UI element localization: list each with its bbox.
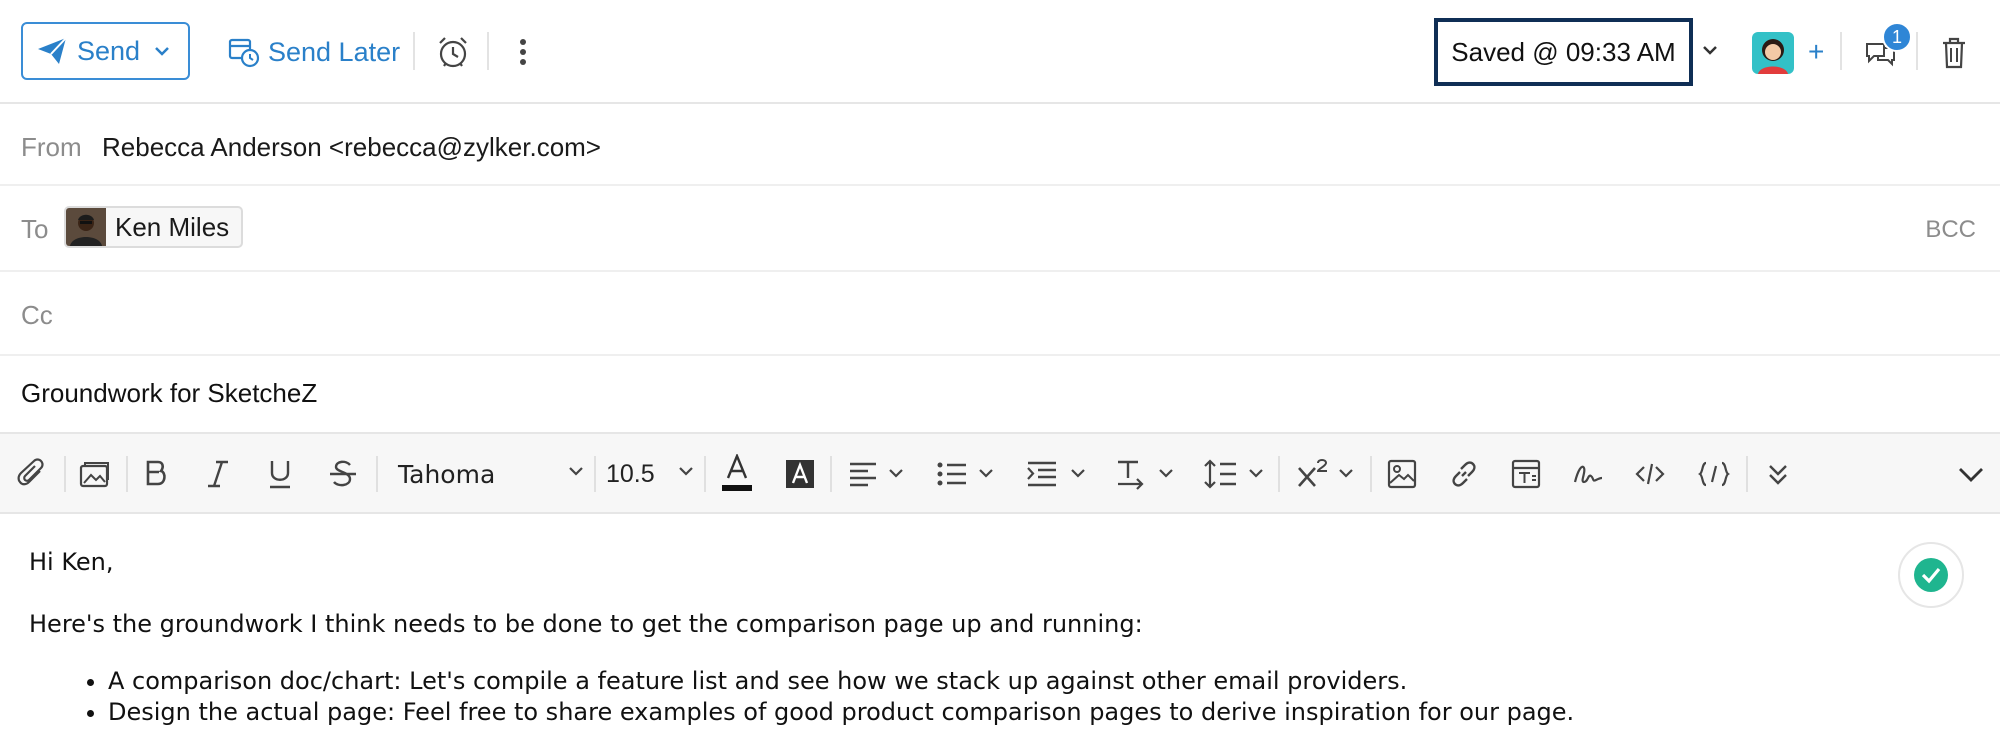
collapse-toolbar-icon[interactable] bbox=[1956, 456, 1986, 492]
notification-badge: 1 bbox=[1882, 22, 1912, 52]
font-size-value: 10.5 bbox=[606, 459, 655, 488]
code-block-icon[interactable] bbox=[1698, 456, 1730, 492]
toolbar-divider bbox=[126, 456, 128, 492]
toolbar-divider bbox=[1370, 456, 1372, 492]
collaborator-avatar[interactable] bbox=[1752, 32, 1794, 74]
toolbar-divider bbox=[1746, 456, 1748, 492]
toolbar-divider bbox=[376, 456, 378, 492]
message-body[interactable]: Hi Ken, Here's the groundwork I think ne… bbox=[0, 514, 2000, 740]
text-color-icon[interactable] bbox=[720, 454, 754, 492]
send-later-label: Send Later bbox=[268, 36, 401, 67]
recipient-chip[interactable]: Ken Miles bbox=[64, 206, 244, 248]
insert-table-icon[interactable] bbox=[1510, 456, 1542, 492]
highlight-color-icon[interactable] bbox=[784, 456, 816, 492]
font-family-select[interactable]: Tahoma bbox=[398, 456, 584, 492]
send-button[interactable]: Send bbox=[21, 22, 190, 80]
from-address[interactable]: Rebecca Anderson <rebecca@zylker.com> bbox=[102, 132, 601, 163]
avatar bbox=[66, 208, 106, 246]
to-label: To bbox=[21, 214, 49, 244]
toolbar-divider bbox=[487, 32, 489, 70]
grammar-check-button[interactable] bbox=[1898, 542, 1964, 608]
compose-toolbar: Send Send Later Saved @ 09:33 AM + 1 bbox=[0, 0, 2000, 104]
double-chevron-down-icon[interactable] bbox=[1764, 456, 1792, 492]
bullet-list-icon[interactable] bbox=[936, 456, 998, 492]
chevron-down-icon bbox=[569, 467, 583, 476]
attachment-icon[interactable] bbox=[16, 456, 48, 492]
toolbar-divider bbox=[1278, 456, 1280, 492]
subject-field[interactable]: Groundwork for SketcheZ bbox=[21, 378, 317, 409]
bullet-list: A comparison doc/chart: Let's compile a … bbox=[108, 666, 1574, 728]
list-item: Design the actual page: Feel free to sha… bbox=[108, 697, 1574, 728]
link-icon[interactable] bbox=[1448, 456, 1480, 492]
send-later-button[interactable]: Send Later bbox=[228, 30, 400, 74]
signature-icon[interactable] bbox=[1572, 456, 1604, 492]
toolbar-divider bbox=[704, 456, 706, 492]
trash-icon[interactable] bbox=[1940, 36, 1968, 70]
chevron-down-icon[interactable] bbox=[154, 46, 170, 56]
strikethrough-icon[interactable] bbox=[328, 456, 358, 492]
from-label: From bbox=[21, 132, 82, 162]
intro-text: Here's the groundwork I think needs to b… bbox=[29, 610, 1143, 638]
toolbar-divider bbox=[64, 456, 66, 492]
from-row: From Rebecca Anderson <rebecca@zylker.co… bbox=[0, 106, 2000, 186]
paper-plane-icon bbox=[38, 37, 67, 64]
indent-icon[interactable] bbox=[1026, 456, 1088, 492]
saved-status: Saved @ 09:33 AM bbox=[1434, 18, 1693, 86]
toolbar-divider bbox=[1916, 32, 1918, 70]
italic-icon[interactable] bbox=[204, 456, 232, 492]
send-label: Send bbox=[77, 35, 141, 66]
greeting-text: Hi Ken, bbox=[29, 548, 114, 576]
list-item: A comparison doc/chart: Let's compile a … bbox=[108, 666, 1574, 697]
toolbar-divider bbox=[830, 456, 832, 492]
bcc-toggle[interactable]: BCC bbox=[1925, 216, 1976, 244]
recipient-name: Ken Miles bbox=[115, 211, 230, 242]
bold-icon[interactable] bbox=[142, 456, 170, 492]
insert-image-icon[interactable] bbox=[1386, 456, 1418, 492]
calendar-clock-icon bbox=[228, 38, 260, 68]
chevron-down-icon bbox=[679, 467, 693, 476]
superscript-icon[interactable] bbox=[1296, 456, 1358, 492]
text-direction-icon[interactable] bbox=[1114, 456, 1176, 492]
check-circle-icon bbox=[1914, 558, 1948, 592]
align-left-icon[interactable] bbox=[848, 456, 904, 492]
insert-image-cloud-icon[interactable] bbox=[78, 456, 112, 492]
font-size-select[interactable]: 10.5 bbox=[606, 456, 694, 492]
font-family-value: Tahoma bbox=[398, 459, 496, 489]
add-collaborator-button[interactable]: + bbox=[1808, 38, 1824, 66]
underline-icon[interactable] bbox=[266, 456, 294, 492]
toolbar-divider bbox=[1840, 32, 1842, 70]
toolbar-divider bbox=[413, 32, 415, 70]
code-icon[interactable] bbox=[1634, 456, 1666, 492]
chevron-down-icon[interactable] bbox=[1700, 40, 1720, 60]
more-options-icon[interactable] bbox=[508, 34, 538, 70]
subject-row[interactable]: Groundwork for SketcheZ bbox=[0, 356, 2000, 434]
formatting-toolbar: Tahoma 10.5 bbox=[0, 434, 2000, 514]
cc-label: Cc bbox=[21, 300, 53, 330]
to-row[interactable]: To Ken Miles BCC bbox=[0, 186, 2000, 272]
cc-row[interactable]: Cc bbox=[0, 272, 2000, 356]
alarm-clock-icon[interactable] bbox=[435, 34, 471, 70]
toolbar-divider bbox=[594, 456, 596, 492]
line-spacing-icon[interactable] bbox=[1204, 456, 1266, 492]
